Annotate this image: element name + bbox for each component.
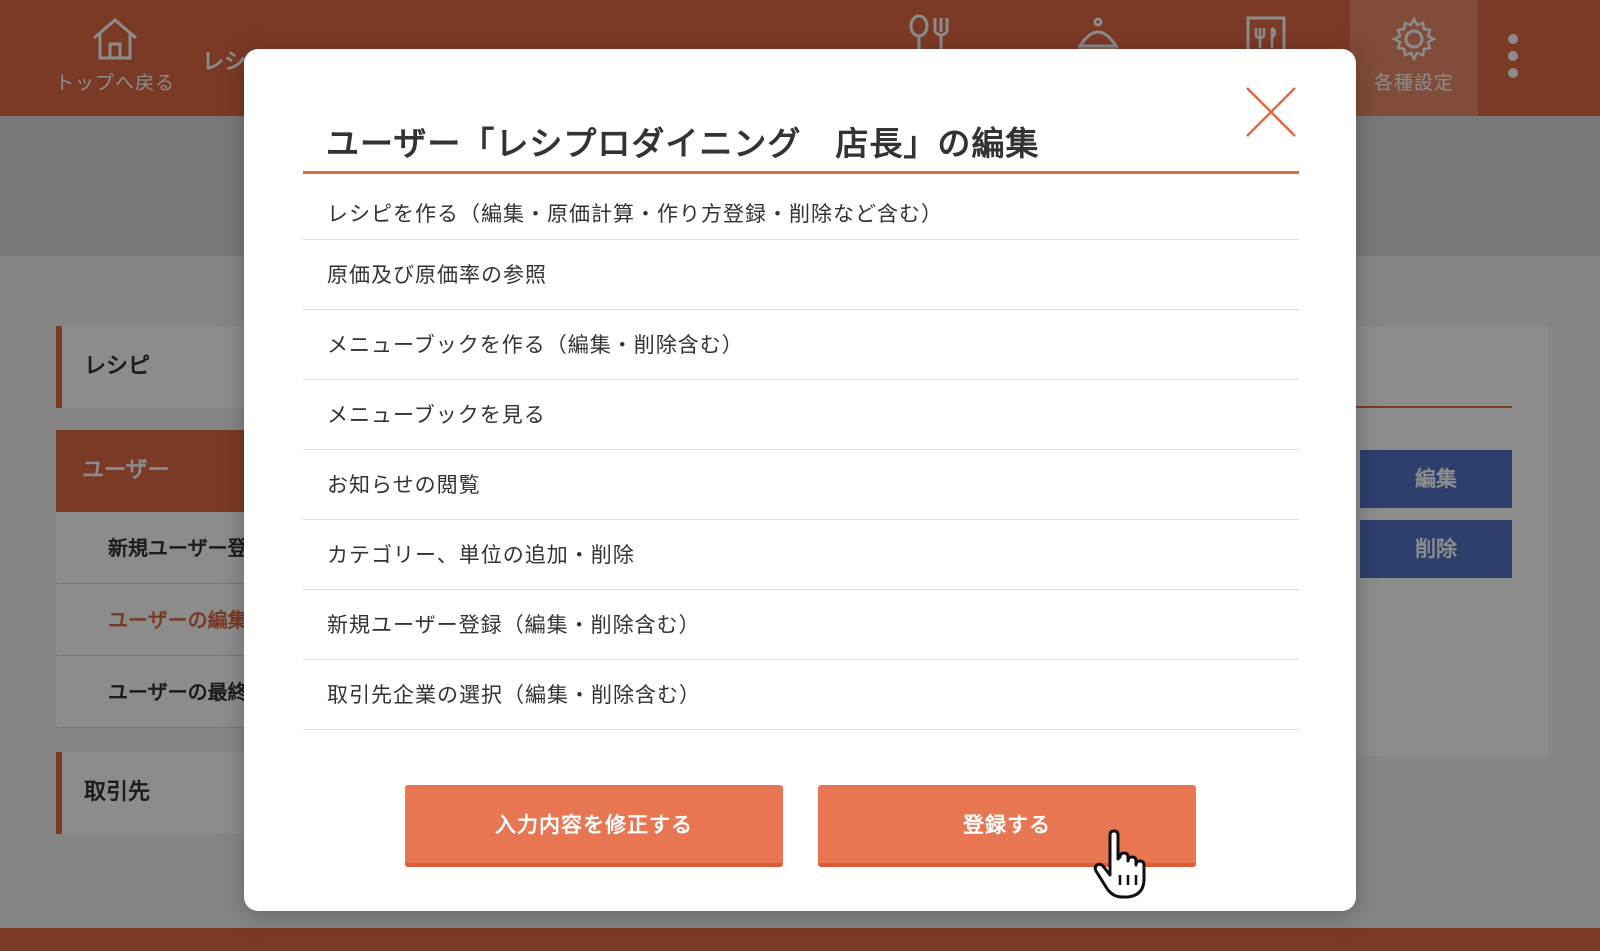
- permission-item: 取引先企業の選択（編集・削除含む）: [303, 660, 1299, 730]
- modal-title: ユーザー「レシプロダイニング 店長」の編集: [326, 124, 1040, 163]
- edit-user-modal: ユーザー「レシプロダイニング 店長」の編集 レシピを作る（編集・原価計算・作り方…: [244, 49, 1356, 911]
- permission-item: メニューブックを見る: [303, 380, 1299, 450]
- permission-item: メニューブックを作る（編集・削除含む）: [303, 310, 1299, 380]
- permission-item: 新規ユーザー登録（編集・削除含む）: [303, 590, 1299, 660]
- close-icon[interactable]: [1244, 85, 1298, 139]
- permission-item: カテゴリー、単位の追加・削除: [303, 520, 1299, 590]
- permission-item: お知らせの閲覧: [303, 450, 1299, 520]
- permission-item: レシピを作る（編集・原価計算・作り方登録・削除など含む）: [303, 174, 1299, 240]
- fix-input-button[interactable]: 入力内容を修正する: [405, 785, 783, 867]
- permission-list[interactable]: レシピを作る（編集・原価計算・作り方登録・削除など含む） 原価及び原価率の参照 …: [303, 174, 1299, 789]
- permission-item: 原価及び原価率の参照: [303, 240, 1299, 310]
- hand-pointer-icon: [1093, 829, 1146, 899]
